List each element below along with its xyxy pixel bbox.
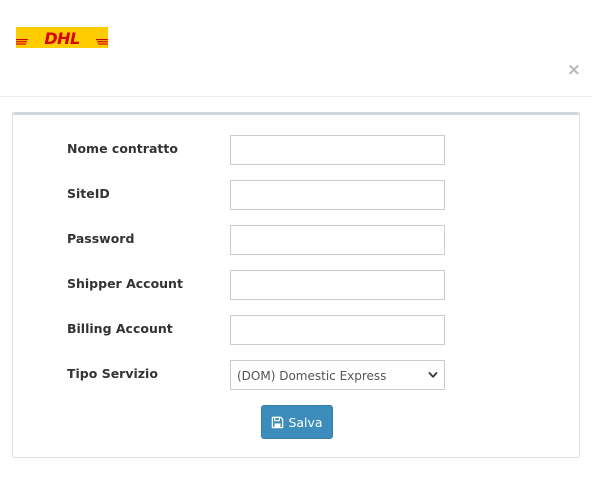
field-label: Billing Account — [67, 321, 173, 336]
floppy-disk-icon — [272, 416, 284, 428]
billing-account-input[interactable] — [230, 315, 445, 345]
siteid-input[interactable] — [230, 180, 445, 210]
select-value: (DOM) Domestic Express — [237, 369, 387, 383]
dhl-logo: DHL — [16, 27, 108, 48]
field-label: Password — [67, 231, 135, 246]
contract-form-panel: Nome contratto SiteID Password Shipper A… — [12, 112, 580, 458]
shipper-account-input[interactable] — [230, 270, 445, 300]
field-label: SiteID — [67, 186, 110, 201]
chevron-down-icon — [428, 372, 438, 378]
modal-header: DHL × — [0, 0, 592, 97]
field-label: Nome contratto — [67, 141, 178, 156]
field-label: Tipo Servizio — [67, 366, 158, 381]
tipo-servizio-select[interactable]: (DOM) Domestic Express — [230, 360, 445, 390]
nome-contratto-input[interactable] — [230, 135, 445, 165]
close-button[interactable]: × — [567, 62, 581, 79]
dhl-contract-modal: DHL × Nome contratto SiteID Password Shi… — [0, 0, 592, 491]
password-input[interactable] — [230, 225, 445, 255]
save-button-label: Salva — [288, 414, 323, 430]
field-label: Shipper Account — [67, 276, 183, 291]
logo-text: DHL — [44, 29, 80, 48]
save-button[interactable]: Salva — [261, 405, 333, 439]
